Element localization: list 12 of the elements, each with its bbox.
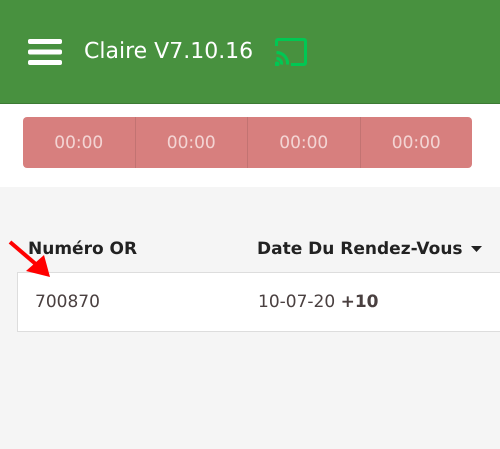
table-row[interactable]: 700870 10-07-20 +10 (17, 272, 500, 332)
timer-cell: 00:00 (134, 117, 247, 168)
column-header[interactable]: Date Du Rendez-Vous (257, 238, 463, 258)
table-cell-text: 10-07-20 +10 (258, 292, 380, 312)
app-title: Claire V7.10.16 (84, 39, 254, 64)
table-cell-text: 700870 (35, 292, 101, 312)
timer-cell: 00:00 (360, 117, 472, 168)
sort-caret-icon[interactable] (470, 246, 482, 252)
column-header[interactable]: Numéro OR (28, 238, 138, 258)
menu-icon[interactable] (28, 38, 62, 66)
timer-cell: 00:00 (247, 117, 360, 168)
timer-cell-text: 00:00 (53, 132, 104, 154)
